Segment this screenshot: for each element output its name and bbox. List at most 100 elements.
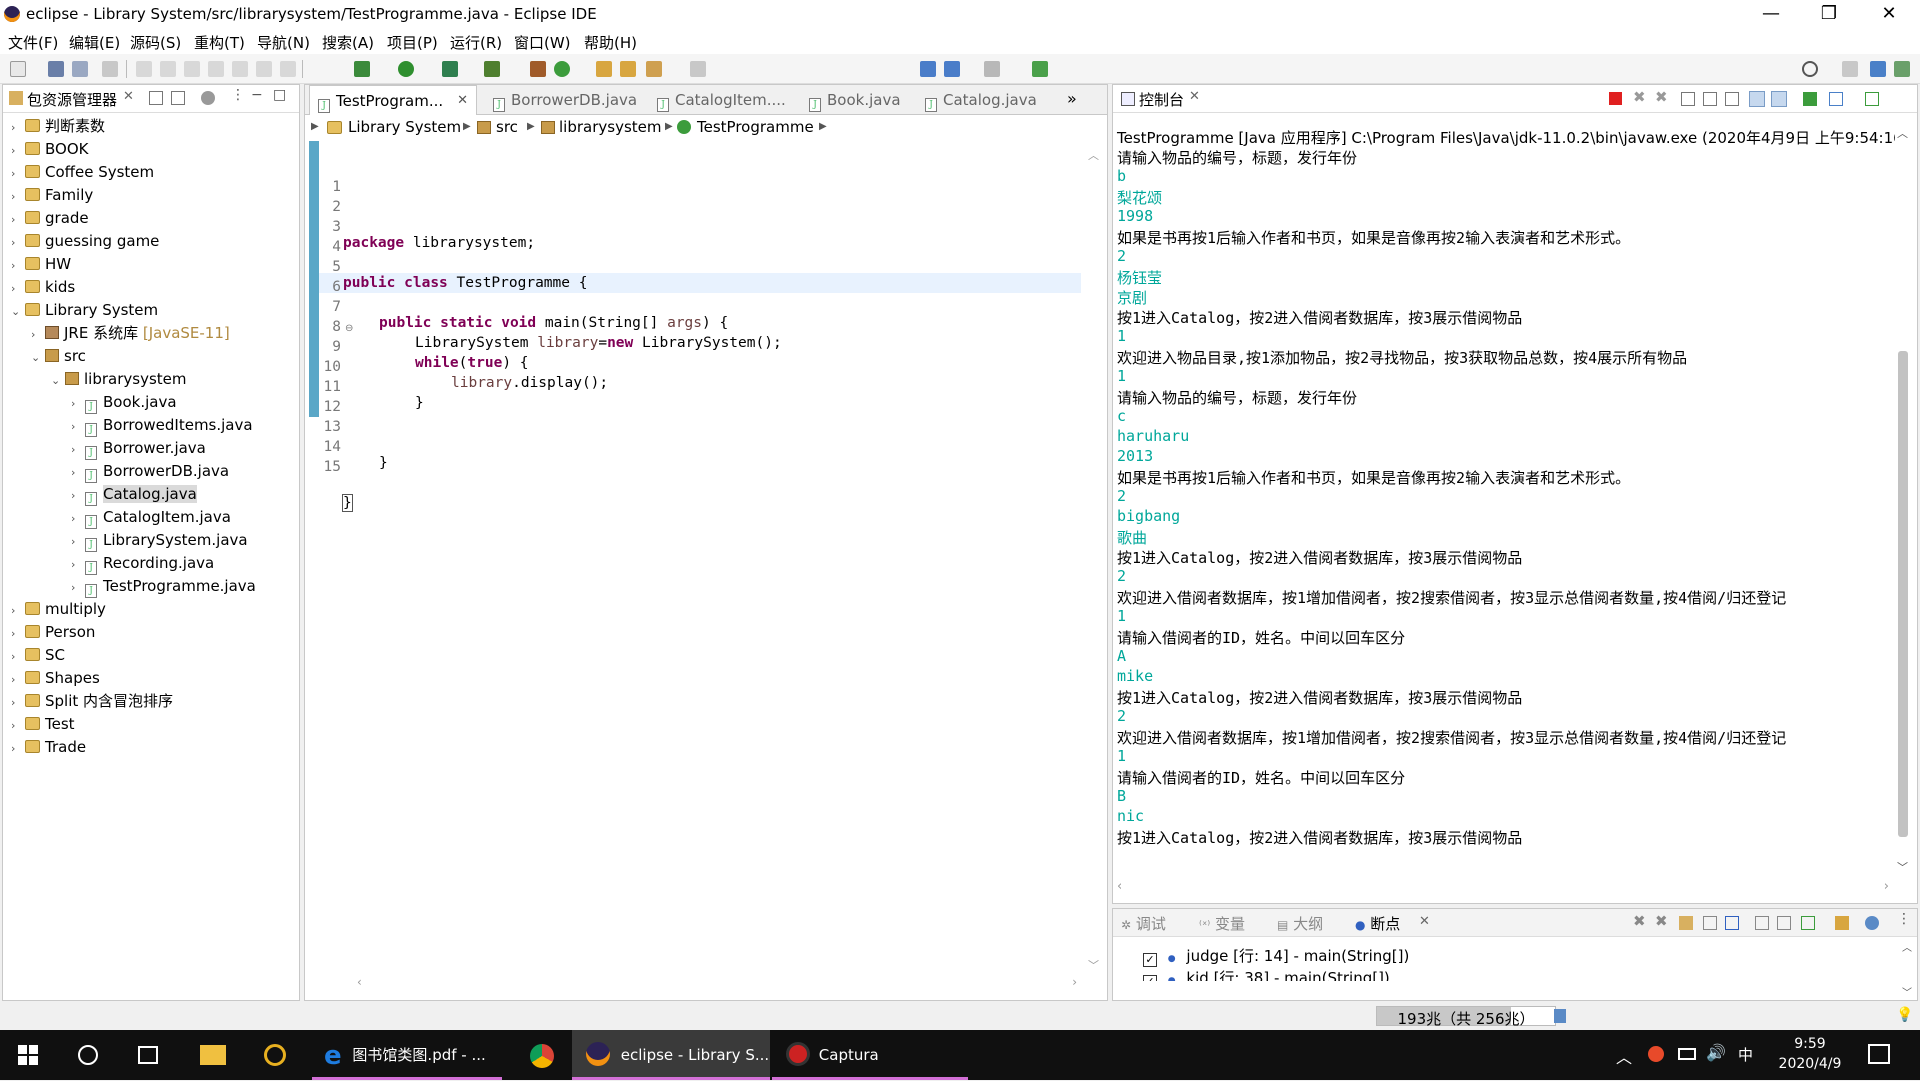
tree-item[interactable]: ⌄ src [31, 345, 86, 367]
breadcrumb-class[interactable]: TestProgramme [697, 115, 814, 139]
tree-item[interactable]: › Split 内含冒泡排序 [11, 690, 173, 712]
display-console-icon[interactable] [1829, 92, 1843, 106]
step-return-icon[interactable] [280, 61, 296, 77]
menu-search[interactable]: 搜索(A) [322, 32, 374, 53]
tree-item[interactable]: › kids [11, 276, 75, 298]
tree-item[interactable]: › 判断素数 [11, 115, 105, 137]
tree-item[interactable]: › guessing game [11, 230, 159, 252]
forward-icon[interactable] [984, 61, 1000, 77]
package-explorer-tab[interactable]: 包资源管理器 [27, 89, 117, 113]
pin-console-icon[interactable] [1803, 92, 1817, 106]
chevron-right-icon[interactable]: › [11, 232, 25, 254]
step-into-icon[interactable] [232, 61, 248, 77]
menu-project[interactable]: 项目(P) [387, 32, 438, 53]
resume-icon[interactable] [136, 61, 152, 77]
chevron-right-icon[interactable]: › [71, 508, 85, 530]
tab-debug[interactable]: ✲ 调试 [1121, 913, 1166, 937]
chevron-right-icon[interactable]: › [11, 140, 25, 162]
tab-outline[interactable]: ▤ 大纲 [1277, 913, 1323, 937]
open-type-icon[interactable] [596, 61, 612, 77]
scroll-down-icon[interactable]: ﹀ [1902, 984, 1912, 999]
close-tab-icon[interactable]: ✕ [457, 86, 468, 116]
view-menu-icon[interactable]: ⋮ [231, 87, 245, 103]
close-button[interactable]: ✕ [1866, 0, 1912, 30]
tree-item[interactable]: › J Catalog.java [71, 483, 197, 507]
scroll-thumb[interactable] [1898, 351, 1908, 837]
scroll-left-icon[interactable]: ‹ [1117, 879, 1122, 894]
tab-testprogramme[interactable]: J TestProgram... ✕ [309, 85, 477, 115]
menu-edit[interactable]: 编辑(E) [69, 32, 120, 53]
clock[interactable]: 9:59 2020/4/9 [1770, 1034, 1850, 1074]
file-explorer-button[interactable] [196, 1030, 230, 1080]
collapse-all-icon[interactable] [1777, 916, 1791, 930]
chevron-right-icon[interactable]: › [11, 692, 25, 714]
start-button[interactable] [18, 1030, 46, 1080]
run-icon[interactable] [398, 61, 414, 77]
menu-source[interactable]: 源码(S) [130, 32, 181, 53]
search-button[interactable] [76, 1030, 104, 1080]
back-icon[interactable] [920, 61, 936, 77]
tree-item[interactable]: › J LibrarySystem.java [71, 529, 248, 553]
chevron-right-icon[interactable]: › [71, 462, 85, 484]
chrome-button[interactable] [522, 1030, 562, 1080]
tree-item[interactable]: › SC [11, 644, 65, 666]
save-icon[interactable] [48, 61, 64, 77]
expand-all-icon[interactable] [1755, 916, 1769, 930]
open-console-icon[interactable] [1865, 92, 1879, 106]
chevron-up-icon[interactable]: ︿ [1616, 1044, 1632, 1068]
fold-icon[interactable]: ⊖ [345, 323, 353, 334]
tree-item[interactable]: › BOOK [11, 138, 88, 160]
tree-item[interactable]: › J TestProgramme.java [71, 575, 256, 598]
search-tool-icon[interactable] [646, 61, 662, 77]
tree-item[interactable]: › J Borrower.java [71, 437, 206, 461]
maximize-button[interactable]: ❐ [1806, 0, 1852, 30]
chevron-right-icon[interactable]: › [11, 600, 25, 622]
debug-icon[interactable] [354, 61, 370, 77]
scroll-right-icon[interactable]: › [1072, 975, 1077, 989]
console-vertical-scrollbar[interactable]: ︿ ﹀ [1895, 125, 1911, 875]
tree-item[interactable]: › Shapes [11, 667, 100, 689]
java-perspective-icon[interactable] [1870, 61, 1886, 77]
checkbox[interactable]: ✓ [1143, 975, 1157, 981]
remove-launch-icon[interactable]: ✖ [1633, 88, 1646, 106]
chevron-down-icon[interactable]: ⌄ [31, 347, 45, 369]
pinned-app-button[interactable] [256, 1030, 296, 1080]
filter-icon[interactable] [201, 91, 215, 105]
console-tab[interactable]: 控制台 [1139, 89, 1184, 113]
open-perspective-icon[interactable] [1842, 61, 1858, 77]
scroll-down-icon[interactable]: ﹀ [1897, 859, 1908, 875]
heap-status[interactable]: 193兆（共 256兆） [1376, 1006, 1556, 1028]
disconnect-icon[interactable] [208, 61, 224, 77]
show-on-stdout-icon[interactable] [1749, 91, 1765, 107]
menu-navigate[interactable]: 导航(N) [257, 32, 310, 53]
checkbox[interactable]: ✓ [1143, 953, 1157, 967]
chevron-right-icon[interactable]: › [71, 485, 85, 507]
chevron-right-icon[interactable]: › [71, 439, 85, 461]
editor-horizontal-scrollbar[interactable]: ‹ › [357, 975, 1077, 991]
taskbar-item-eclipse[interactable]: eclipse - Library S... [572, 1030, 770, 1080]
terminate-icon[interactable] [1609, 92, 1622, 105]
tab-book[interactable]: J Book.java [801, 85, 901, 115]
save-all-icon[interactable] [72, 61, 88, 77]
breadcrumb-src[interactable]: src [496, 115, 518, 139]
tab-variables[interactable]: ⁽ˣ⁾ 变量 [1199, 913, 1245, 937]
word-wrap-icon[interactable] [1725, 92, 1739, 106]
chevron-right-icon[interactable]: › [71, 531, 85, 553]
chevron-right-icon[interactable]: › [71, 393, 85, 415]
chevron-right-icon[interactable]: › [11, 163, 25, 185]
breadcrumb-package[interactable]: librarysystem [559, 115, 662, 139]
remove-breakpoint-icon[interactable]: ✖ [1633, 912, 1646, 930]
collapse-all-icon[interactable] [149, 91, 163, 105]
tree-item[interactable]: › grade [11, 207, 89, 229]
taskbar-item-captura[interactable]: Captura [772, 1030, 968, 1080]
editor-vertical-scrollbar[interactable]: ︿ ﹀ [1085, 147, 1101, 973]
open-task-icon[interactable] [620, 61, 636, 77]
breakpoint-row[interactable]: ✓ ● kid [行: 38] - main(String[]) [1143, 967, 1390, 981]
back-history-icon[interactable] [944, 61, 960, 77]
close-icon[interactable]: ✕ [123, 89, 134, 104]
menu-window[interactable]: 窗口(W) [514, 32, 571, 53]
chevron-right-icon[interactable]: › [11, 623, 25, 645]
tree-item[interactable]: › Test [11, 713, 75, 735]
tab-borrowerdb[interactable]: J BorrowerDB.java [485, 85, 637, 115]
new-icon[interactable] [10, 61, 26, 77]
